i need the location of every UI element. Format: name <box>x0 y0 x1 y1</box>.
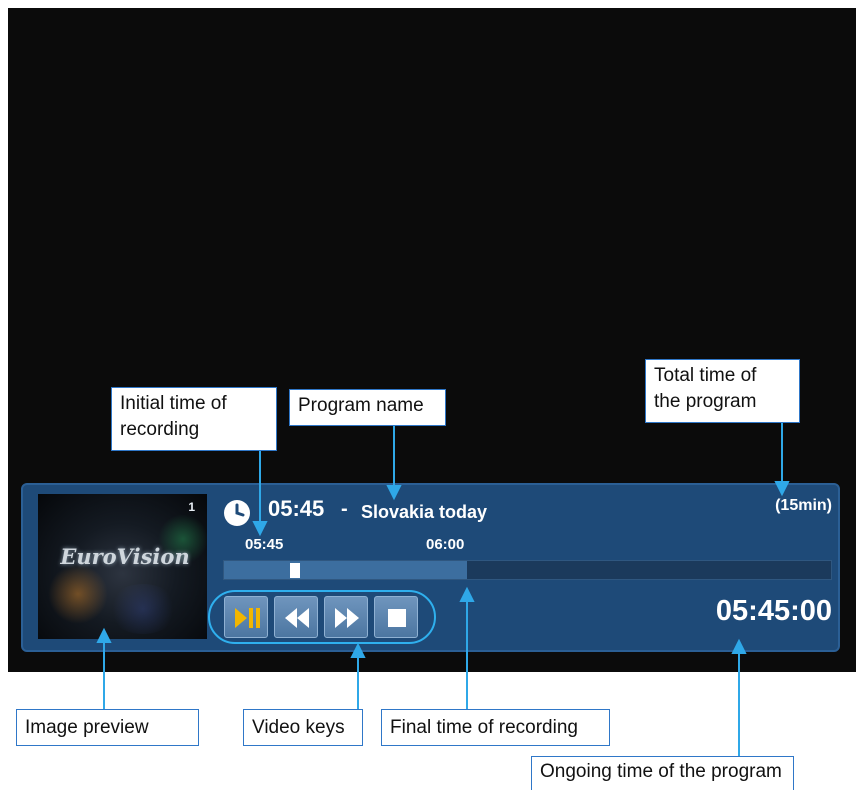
callout-ongoing-time: Ongoing time of the program <box>531 756 794 790</box>
arrowhead-final-time <box>459 586 475 602</box>
callout-text: Initial time of <box>120 393 227 414</box>
arrowhead-program-name <box>386 485 402 501</box>
arrowhead-total-time <box>774 481 790 497</box>
callout-text: recording <box>120 419 200 440</box>
callout-program-name: Program name <box>289 389 446 426</box>
callout-text: the program <box>654 391 757 412</box>
arrowhead-image-preview <box>96 627 112 643</box>
arrowhead-initial-time <box>252 521 268 537</box>
arrowhead-video-keys <box>350 642 366 658</box>
callout-initial-time: Initial time of recording <box>111 387 277 451</box>
callout-video-keys: Video keys <box>243 709 363 746</box>
callout-text: Total time of <box>654 365 757 386</box>
callout-image-preview: Image preview <box>16 709 199 746</box>
callout-total-time: Total time of the program <box>645 359 800 423</box>
callout-final-time: Final time of recording <box>381 709 610 746</box>
arrowhead-ongoing-time <box>731 638 747 654</box>
